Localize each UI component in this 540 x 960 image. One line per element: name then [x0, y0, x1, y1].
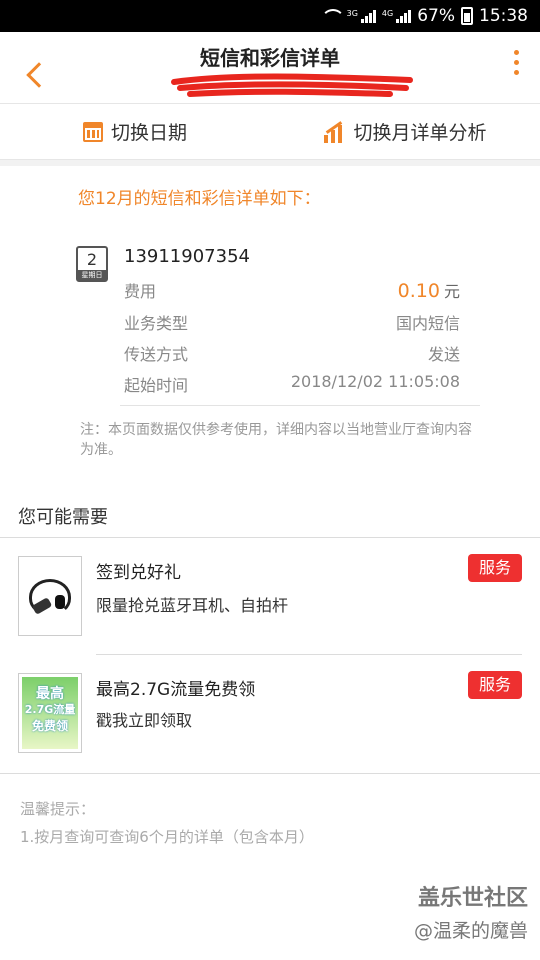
switch-bar: 切换日期 切换月详单分析 — [0, 104, 540, 160]
detail-row-time: 起始时间 2018/12/02 11:05:08 — [124, 372, 460, 396]
detail-row-fee: 费用 0.10 元 — [124, 278, 460, 302]
detail-label: 费用 — [124, 282, 157, 301]
fee-value: 0.10 — [397, 280, 440, 302]
promo-line-3: 免费领 — [31, 719, 68, 733]
detail-value: 国内短信 — [395, 314, 460, 333]
detail-row-mode: 传送方式 发送 — [124, 341, 460, 365]
promo-line-2: 2.7G流量 — [24, 703, 76, 716]
fee-unit: 元 — [443, 282, 460, 301]
switch-analysis-label: 切换月详单分析 — [353, 122, 487, 144]
detail-row-type: 业务类型 国内短信 — [124, 310, 460, 334]
detail-heading: 您12月的短信和彩信详单如下： — [78, 189, 321, 209]
service-badge[interactable]: 服务 — [468, 671, 522, 699]
section-divider — [0, 160, 540, 166]
status-icons: 3G 4G 67% 15:38 — [320, 6, 528, 26]
app-header: 短信和彩信详单 — [0, 32, 540, 104]
card-title: 最高2.7G流量免费领 — [96, 680, 256, 700]
page-title: 短信和彩信详单 — [200, 46, 340, 70]
tip-item: 1.按月查询可查询6个月的详单（包含本月） — [20, 828, 314, 846]
calendar-date-icon: 2 星期日 — [76, 246, 108, 282]
card-title: 签到兑好礼 — [96, 563, 181, 583]
detail-divider — [120, 405, 480, 406]
network-type-1: 3G — [346, 9, 358, 18]
switch-analysis-button[interactable]: 切换月详单分析 — [270, 104, 540, 159]
switch-date-label: 切换日期 — [110, 122, 187, 144]
status-bar: 3G 4G 67% 15:38 — [0, 0, 540, 32]
tips-divider — [0, 773, 540, 774]
earphone-thumbnail — [18, 556, 82, 636]
promo-thumbnail: 最高 2.7G流量 免费领 — [18, 673, 82, 753]
service-badge[interactable]: 服务 — [468, 554, 522, 582]
promo-line-1: 最高 — [36, 686, 64, 702]
watermark-author: @温柔的魔兽 — [413, 920, 528, 942]
watermark-site: 盖乐世社区 — [417, 886, 528, 911]
disclaimer-note: 注：本页面数据仅供参考使用，详细内容以当地营业厅查询内容为准。 — [80, 422, 472, 458]
recommend-card-data[interactable]: 最高 2.7G流量 免费领 最高2.7G流量免费领 戳我立即领取 服务 — [0, 655, 540, 771]
detail-value: 发送 — [427, 345, 460, 364]
card-subtitle: 限量抢兑蓝牙耳机、自拍杆 — [96, 596, 289, 615]
date-weekday: 星期日 — [78, 270, 106, 280]
card-subtitle: 戳我立即领取 — [96, 711, 193, 730]
phone-number: 13911907354 — [124, 246, 250, 267]
calendar-icon — [82, 121, 103, 142]
wifi-icon — [320, 9, 345, 23]
tips-title: 温馨提示： — [20, 800, 96, 818]
redaction-scribble — [170, 72, 415, 97]
signal-icon: 3G — [347, 9, 376, 23]
recommend-title: 您可能需要 — [18, 507, 108, 528]
detail-label: 业务类型 — [124, 314, 189, 333]
battery-percent: 67% — [417, 6, 455, 26]
clock: 15:38 — [479, 6, 528, 26]
more-menu-button[interactable] — [510, 50, 522, 82]
date-day: 2 — [86, 250, 98, 269]
network-type-2: 4G — [381, 9, 394, 18]
detail-label: 传送方式 — [124, 345, 189, 364]
trend-chart-icon — [323, 120, 345, 143]
signal-icon-2: 4G — [381, 9, 412, 23]
battery-icon — [461, 7, 473, 25]
switch-date-button[interactable]: 切换日期 — [0, 104, 270, 159]
recommend-card-checkin[interactable]: 签到兑好礼 限量抢兑蓝牙耳机、自拍杆 服务 — [0, 538, 540, 655]
detail-label: 起始时间 — [124, 376, 189, 395]
detail-value: 2018/12/02 11:05:08 — [290, 372, 460, 391]
